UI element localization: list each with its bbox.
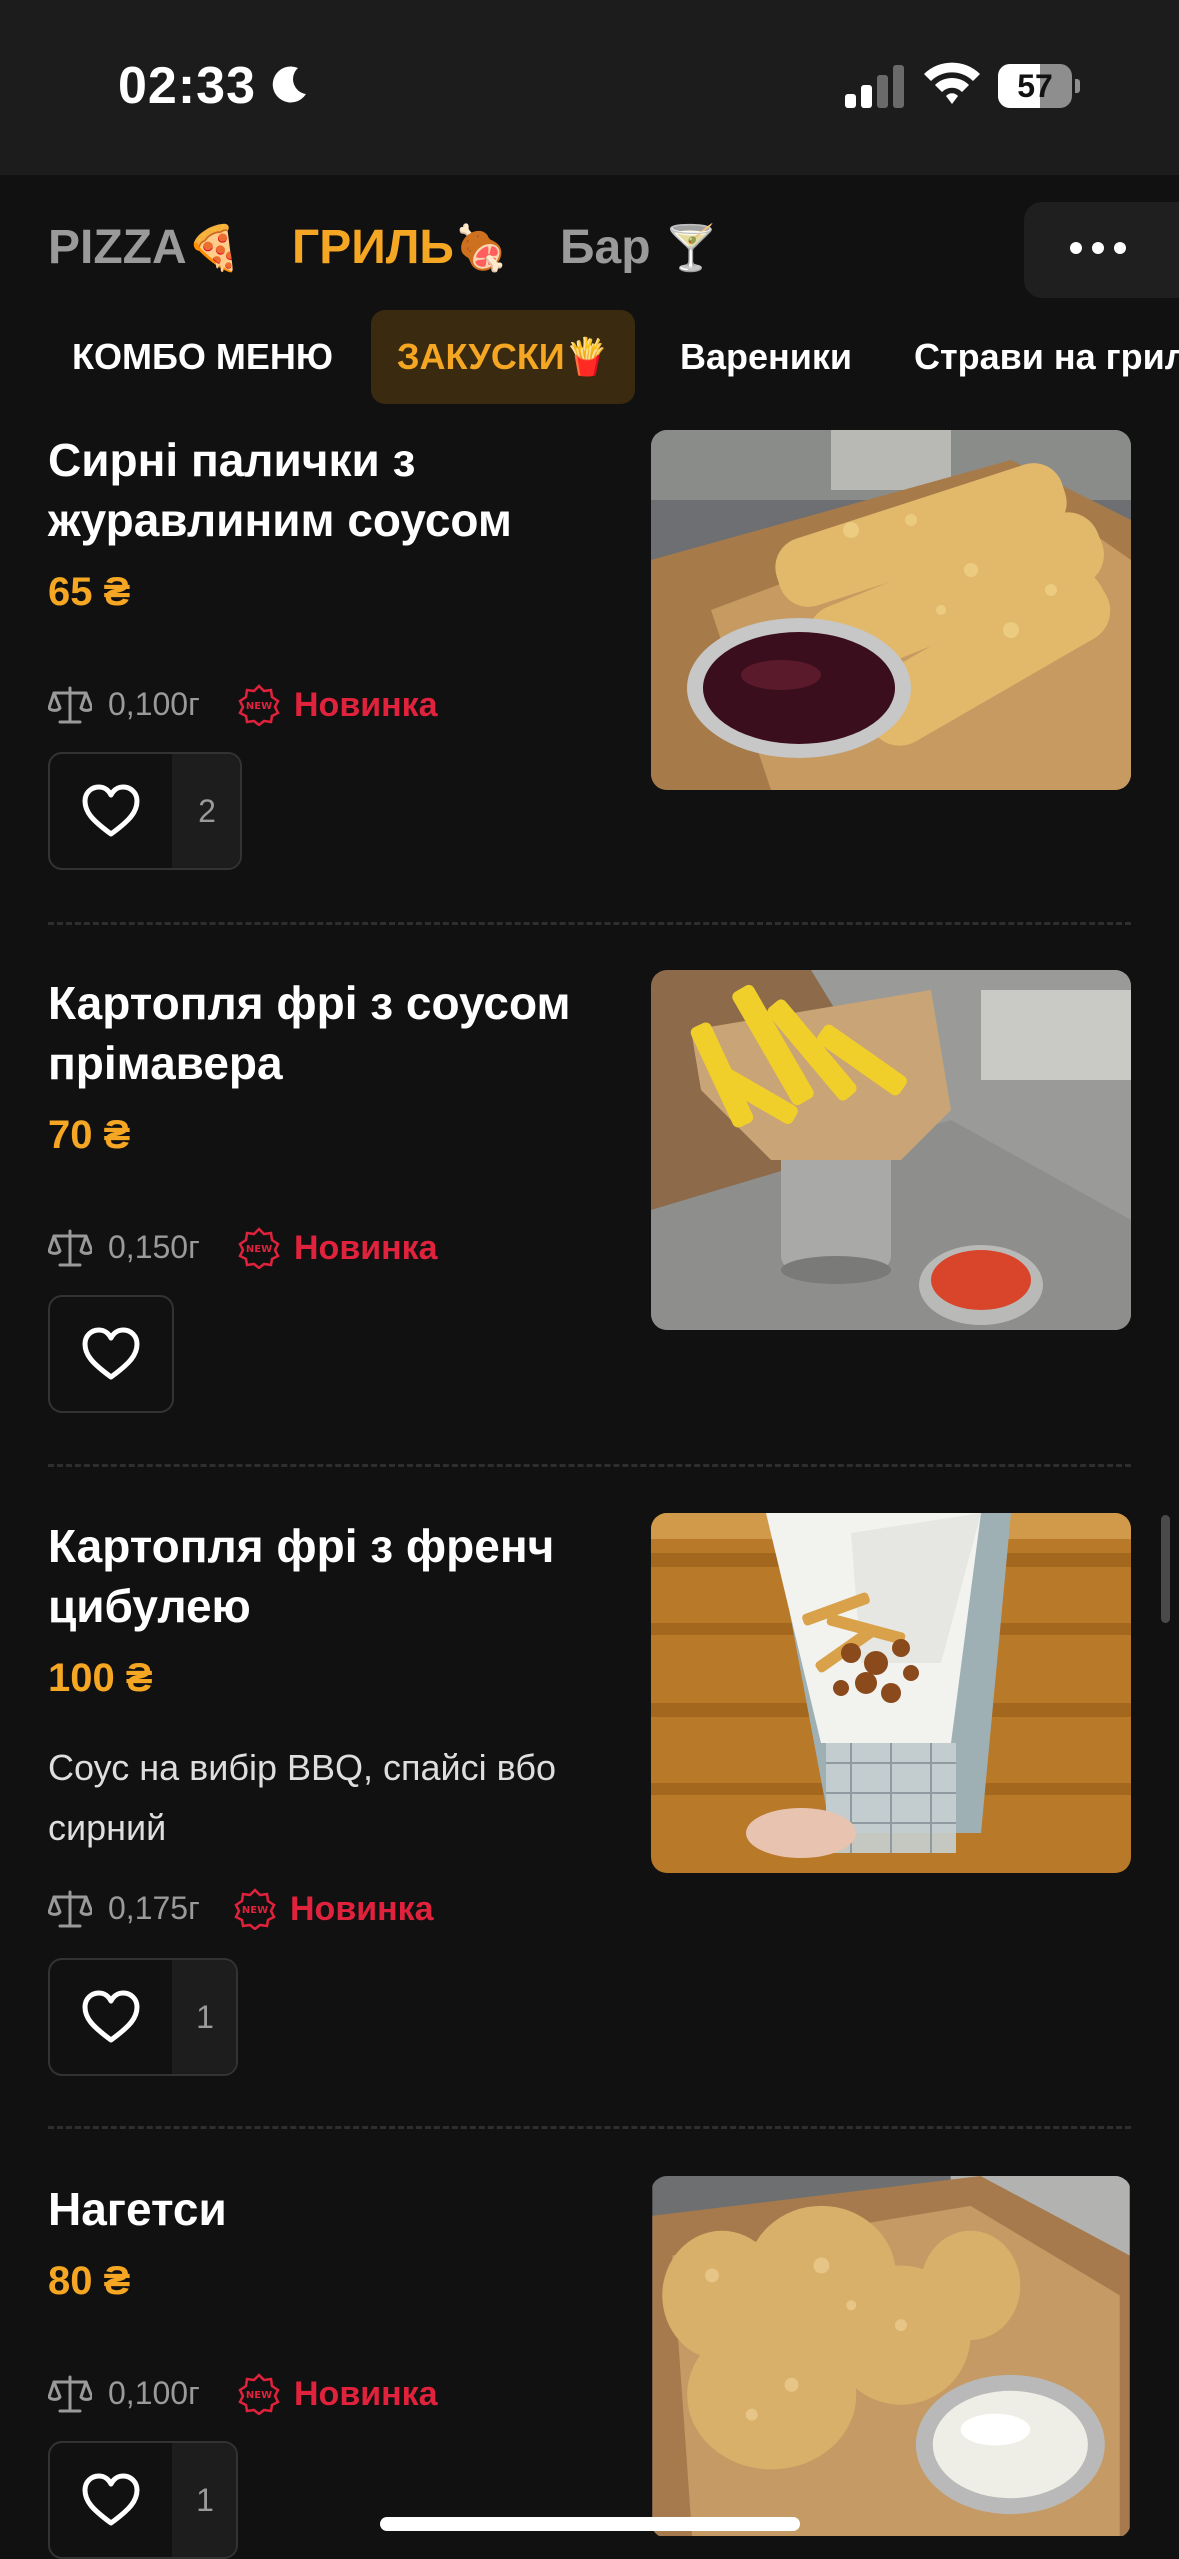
item-weight: 0,150г [108, 1229, 200, 1265]
item-divider [48, 1464, 1131, 1467]
pizza-icon: 🍕 [186, 224, 242, 273]
item-title: Нагетси [48, 2183, 227, 2235]
subcategory-tabs: КОМБО МЕНЮ ЗАКУСКИ🍟 Вареники Страви на г… [0, 308, 1179, 408]
more-button[interactable] [1024, 202, 1179, 298]
new-badge-icon: NEW [234, 1888, 276, 1930]
tab-pizza[interactable]: PIZZA🍕 [48, 220, 241, 275]
subtab-combo-menu[interactable]: КОМБО МЕНЮ [72, 310, 333, 404]
heart-icon [82, 2473, 140, 2526]
svg-text:NEW: NEW [246, 701, 272, 712]
main-category-tabs: PIZZA🍕 ГРИЛЬ🍖 Бар 🍸 [0, 200, 1179, 300]
item-weight: 0,175г [108, 1890, 200, 1926]
new-badge-label: Новинка [290, 1890, 434, 1928]
svg-text:NEW: NEW [242, 1905, 268, 1916]
item-price: 100 ₴ [48, 1656, 153, 1700]
item-price: 65 ₴ [48, 570, 131, 614]
item-photo[interactable] [651, 970, 1131, 1330]
fries-with-onion-photo [651, 1513, 1131, 1873]
battery-percent: 57 [1017, 68, 1053, 104]
item-photo[interactable] [651, 2176, 1131, 2538]
meat-icon: 🍖 [453, 224, 509, 273]
new-badge-icon: NEW [238, 1227, 280, 1269]
like-button[interactable] [48, 1295, 174, 1413]
like-count: 2 [172, 754, 240, 868]
battery-icon: 57 [998, 64, 1080, 108]
item-photo[interactable] [651, 430, 1131, 790]
scale-icon [48, 1229, 92, 1267]
french-fries-photo [651, 970, 1131, 1330]
like-count: 1 [172, 2443, 236, 2557]
wifi-icon [924, 62, 980, 104]
status-time: 02:33 [118, 57, 256, 115]
cellular-signal-icon [845, 65, 904, 108]
scrollbar[interactable] [1161, 1515, 1170, 1623]
tab-pizza-label: PIZZA [48, 221, 187, 274]
cheese-sticks-photo [651, 430, 1131, 790]
item-photo[interactable] [651, 1513, 1131, 1873]
heart-icon [82, 1327, 140, 1380]
item-title: Картопля фрі з френч цибулею [48, 1520, 555, 1632]
moon-icon [272, 66, 306, 103]
new-badge-icon: NEW [238, 2373, 280, 2415]
cocktail-icon: 🍸 [663, 224, 719, 273]
item-divider [48, 2126, 1131, 2129]
item-price: 80 ₴ [48, 2259, 131, 2303]
item-title: Картопля фрі з соусом прімавера [48, 977, 571, 1089]
item-price: 70 ₴ [48, 1113, 131, 1157]
status-bar: 02:33 57 [0, 0, 1179, 175]
new-badge-label: Новинка [294, 686, 438, 724]
scale-icon [48, 686, 92, 724]
tab-grill-label: ГРИЛЬ [292, 221, 454, 274]
subtab-snacks[interactable]: ЗАКУСКИ🍟 [371, 310, 636, 404]
new-badge-label: Новинка [294, 1229, 438, 1267]
new-badge-label: Новинка [294, 2375, 438, 2413]
nuggets-photo [652, 2176, 1130, 2536]
tab-bar[interactable]: Бар 🍸 [560, 220, 719, 275]
item-divider [48, 922, 1131, 925]
like-button[interactable]: 1 [48, 2441, 238, 2559]
home-indicator[interactable] [380, 2517, 800, 2531]
heart-icon [82, 1990, 140, 2043]
svg-text:NEW: NEW [246, 2390, 272, 2401]
like-button[interactable]: 2 [48, 752, 242, 870]
item-title: Сирні палички з журавлиним соусом [48, 434, 512, 546]
heart-icon [82, 784, 140, 837]
scale-icon [48, 2375, 92, 2413]
subtab-grill-dishes[interactable]: Страви на гриль [914, 310, 1179, 404]
item-weight: 0,100г [108, 2375, 200, 2411]
svg-text:NEW: NEW [246, 1244, 272, 1255]
like-button[interactable]: 1 [48, 1958, 238, 2076]
subtab-varenyky[interactable]: Вареники [680, 310, 852, 404]
scale-icon [48, 1890, 92, 1928]
new-badge-icon: NEW [238, 684, 280, 726]
like-count: 1 [172, 1960, 236, 2074]
tab-bar-label: Бар [560, 221, 651, 274]
item-weight: 0,100г [108, 686, 200, 722]
item-description: Соус на вибір BBQ, спайсі вбо сирний [48, 1747, 557, 1848]
tab-grill[interactable]: ГРИЛЬ🍖 [292, 220, 509, 275]
